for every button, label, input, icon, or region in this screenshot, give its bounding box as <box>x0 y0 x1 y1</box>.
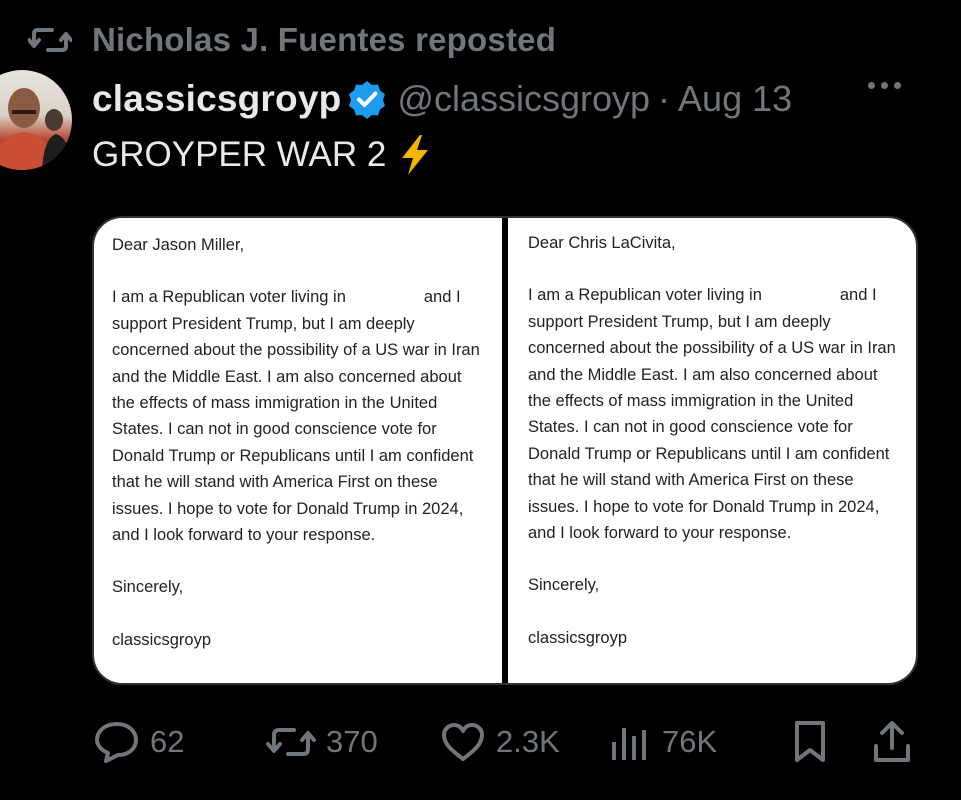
analytics-icon <box>612 728 646 760</box>
action-bar: 62 370 2.3K 76K <box>0 712 961 772</box>
post-media[interactable]: Dear Jason Miller, I am a Republican vot… <box>92 216 918 685</box>
lightning-emoji-icon <box>402 135 429 175</box>
letter-closing: Sincerely, <box>112 578 184 597</box>
avatar[interactable] <box>0 70 72 170</box>
repost-icon <box>266 728 316 756</box>
letter-closing: Sincerely, <box>528 576 600 595</box>
tweet-text: GROYPER WAR 2 <box>92 135 432 175</box>
repost-count: 370 <box>326 724 378 759</box>
display-name[interactable]: classicsgroyp <box>92 78 341 120</box>
repost-header[interactable]: Nicholas J. Fuentes reposted <box>28 20 556 60</box>
verified-badge-icon <box>349 81 386 119</box>
separator: · <box>658 78 671 119</box>
views-count: 76K <box>662 724 718 759</box>
like-count: 2.3K <box>496 724 560 759</box>
letter-body: I am a Republican voter living in and I s… <box>528 286 896 543</box>
like-button[interactable]: 2.3K <box>440 712 560 772</box>
handle[interactable]: @classicsgroyp <box>397 78 650 120</box>
letter-signature: classicsgroyp <box>112 630 212 649</box>
repost-button[interactable]: 370 <box>266 712 378 772</box>
reply-icon <box>95 722 138 763</box>
letter-signature: classicsgroyp <box>528 628 628 647</box>
share-button[interactable] <box>872 712 912 772</box>
post-header: classicsgroyp @classicsgroyp · Aug 13 <box>92 74 792 124</box>
repost-label: Nicholas J. Fuentes reposted <box>92 21 557 58</box>
bookmark-button[interactable] <box>792 712 828 772</box>
reply-count: 62 <box>150 724 185 759</box>
views-button[interactable]: 76K <box>608 712 717 772</box>
letter-salutation: Dear Jason Miller, <box>112 236 245 254</box>
tweet-body: GROYPER WAR 2 <box>92 135 387 174</box>
repost-icon <box>28 25 72 55</box>
heart-icon <box>442 723 484 761</box>
share-icon <box>874 721 910 762</box>
letter-image-left: Dear Jason Miller, I am a Republican vot… <box>94 218 502 683</box>
letter-image-right: Dear Chris LaCivita, I am a Republican v… <box>508 218 916 683</box>
letter-body: I am a Republican voter living in and I s… <box>112 288 480 545</box>
more-icon[interactable] <box>868 82 901 89</box>
bookmark-icon <box>795 721 825 762</box>
reply-button[interactable]: 62 <box>94 712 184 772</box>
letter-salutation: Dear Chris LaCivita, <box>528 234 676 252</box>
post-date[interactable]: Aug 13 <box>678 78 792 120</box>
